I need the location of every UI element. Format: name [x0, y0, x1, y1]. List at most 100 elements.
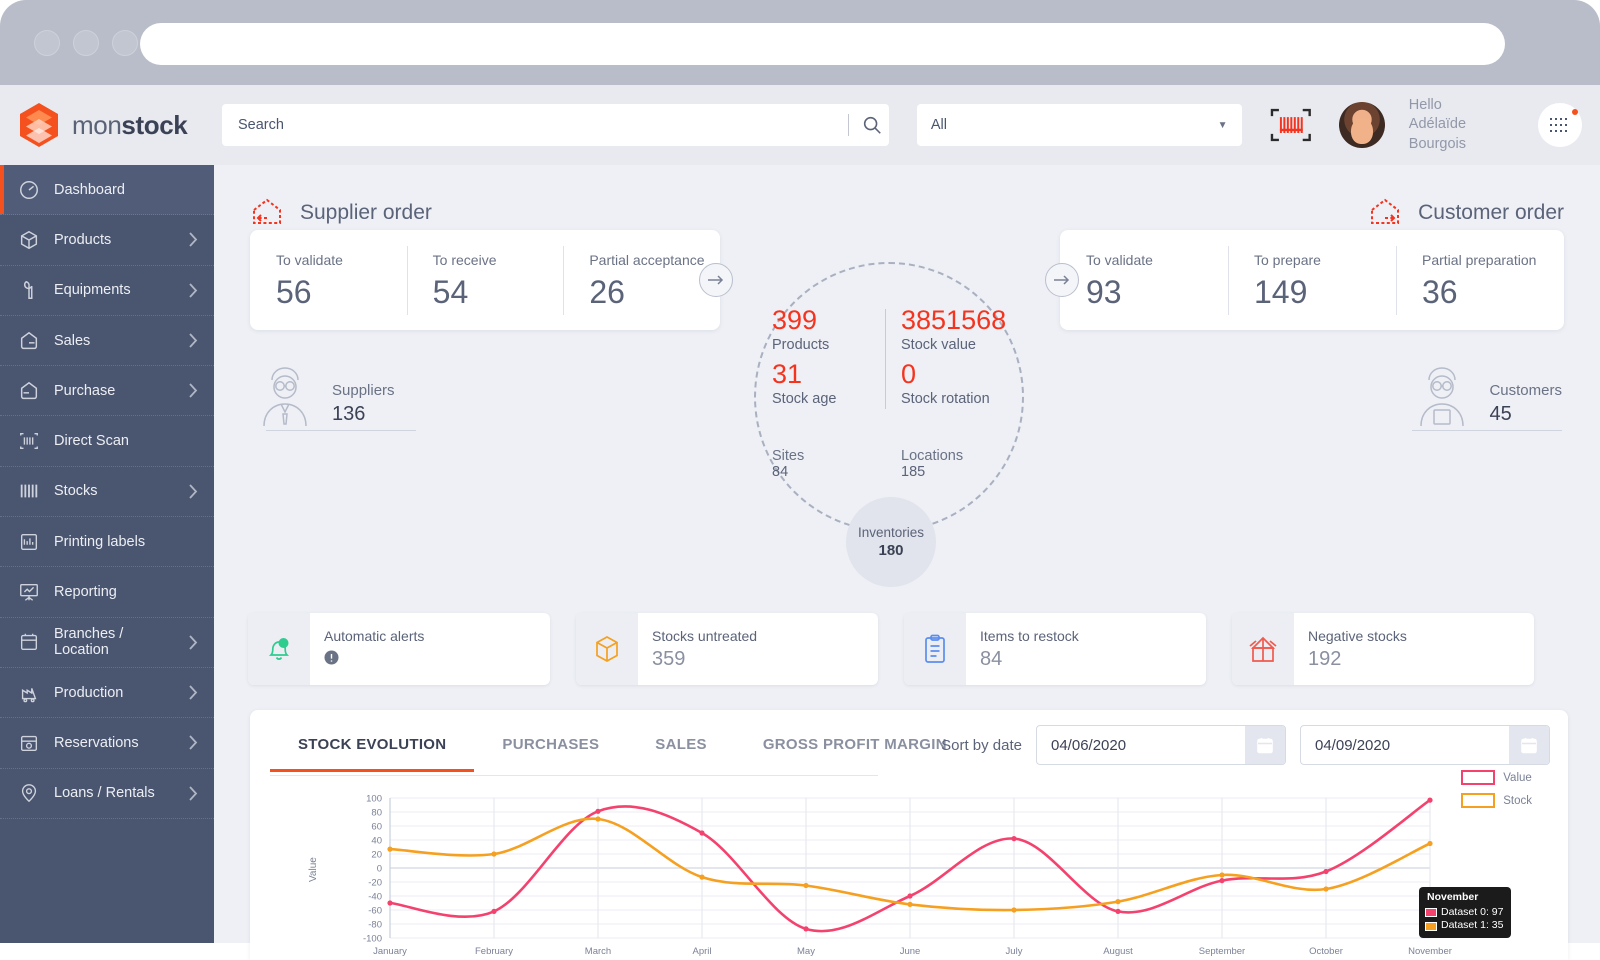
svg-text:40: 40 [371, 835, 382, 846]
global-stats-right-column: 3851568 Stock value 0 Stock rotation [891, 305, 1020, 413]
customers-value: 45 [1489, 403, 1562, 426]
kpi-to-validate[interactable]: To validate 56 [250, 230, 407, 331]
chart-tabs: STOCK EVOLUTION PURCHASES SALES GROSS PR… [270, 724, 975, 772]
kpi-to-receive[interactable]: To receive 54 [407, 230, 564, 331]
search-box[interactable] [222, 104, 889, 146]
minimize-window-button[interactable] [73, 30, 99, 56]
svg-text:February: February [475, 946, 513, 957]
divider [848, 114, 849, 136]
svg-text:May: May [797, 946, 815, 957]
alert-card-items-to-restock[interactable]: Items to restock 84 [904, 613, 1206, 685]
alert-card-stocks-untreated[interactable]: Stocks untreated 359 [576, 613, 878, 685]
alert-card-negative-stocks[interactable]: Negative stocks 192 [1232, 613, 1534, 685]
customers-stat[interactable]: Customers 45 [1409, 360, 1562, 430]
sidebar-item-sales[interactable]: Sales [0, 316, 214, 366]
date-to-field[interactable]: 04/09/2020 [1300, 725, 1550, 765]
divider [266, 430, 416, 431]
alert-label: Negative stocks [1308, 628, 1407, 644]
dashboard-main: Supplier order To validate 56 To receive… [214, 165, 1600, 943]
svg-text:October: October [1309, 946, 1343, 957]
sidebar-item-label: Sales [54, 333, 175, 349]
divider [1412, 430, 1562, 431]
kpi-to-prepare[interactable]: To prepare 149 [1228, 230, 1396, 331]
sidebar-item-printing-labels[interactable]: Printing labels [0, 517, 214, 567]
alert-label: Automatic alerts [324, 628, 424, 644]
svg-text:60: 60 [371, 821, 382, 832]
maximize-window-button[interactable] [112, 30, 138, 56]
kpi-to-validate[interactable]: To validate 93 [1060, 230, 1228, 331]
supplier-order-card: To validate 56 To receive 54 Partial acc… [250, 230, 720, 330]
package-icon [591, 633, 623, 665]
legend-item-value[interactable]: Value [1461, 770, 1532, 785]
list-menu-button[interactable] [1538, 103, 1582, 147]
global-stats-left-column: 399 Products 31 Stock age [762, 305, 891, 413]
sidebar-item-dashboard[interactable]: Dashboard [0, 165, 214, 215]
tooltip-swatch [1425, 922, 1437, 931]
sidebar-item-loans-rentals[interactable]: Loans / Rentals [0, 769, 214, 819]
sidebar-item-equipments[interactable]: Equipments [0, 266, 214, 316]
sidebar-item-reservations[interactable]: Reservations [0, 718, 214, 768]
tab-sales[interactable]: SALES [627, 724, 735, 772]
close-window-button[interactable] [34, 30, 60, 56]
tooltip-swatch [1425, 908, 1437, 917]
sidebar-item-purchase[interactable]: Purchase [0, 366, 214, 416]
customer-order-card: To validate 93 To prepare 149 Partial pr… [1060, 230, 1564, 330]
sidebar-item-branches-location[interactable]: Branches / Location [0, 618, 214, 668]
box-icon [18, 229, 40, 251]
brand-logo-area[interactable]: monstock [0, 85, 214, 165]
kpi-label: To validate [1086, 252, 1228, 268]
legend-label: Value [1503, 772, 1532, 784]
url-bar[interactable] [140, 23, 1505, 65]
kpi-label: To validate [276, 252, 407, 268]
kpi-partial-preparation[interactable]: Partial preparation 36 [1396, 230, 1564, 331]
chevron-right-icon [189, 635, 198, 650]
sort-by-date-label: Sort by date [941, 737, 1022, 754]
search-input[interactable] [238, 117, 848, 133]
svg-text:August: August [1103, 946, 1133, 957]
kpi-value: 93 [1086, 274, 1228, 311]
chart-area: Value 100806040200-20-40-60-80-100Januar… [250, 790, 1568, 960]
sale-basket-icon [18, 330, 40, 352]
chevron-right-icon [189, 685, 198, 700]
alert-label: Items to restock [980, 628, 1079, 644]
barcode-scanner-icon[interactable] [1268, 106, 1314, 144]
sidebar-item-stocks[interactable]: Stocks [0, 467, 214, 517]
inventories-label: Inventories [858, 525, 924, 540]
customer-order-next-button[interactable] [1045, 263, 1079, 297]
sidebar-item-label: Loans / Rentals [54, 785, 175, 801]
date-from-field[interactable]: 04/06/2020 [1036, 725, 1286, 765]
suppliers-stat[interactable]: Suppliers 136 [252, 360, 395, 430]
tab-stock-evolution[interactable]: STOCK EVOLUTION [270, 724, 474, 772]
arrow-right-circle-icon [707, 274, 725, 286]
svg-text:July: July [1006, 946, 1023, 957]
sidebar-item-reporting[interactable]: Reporting [0, 567, 214, 617]
legend-item-stock[interactable]: Stock [1461, 793, 1532, 808]
sort-by-date-row: Sort by date 04/06/2020 04/09/2020 [941, 725, 1550, 765]
alert-icon-wrap [1232, 613, 1294, 685]
sidebar-item-products[interactable]: Products [0, 215, 214, 265]
tooltip-label: Dataset 1: 35 [1441, 919, 1503, 933]
supplier-order-next-button[interactable] [699, 263, 733, 297]
scope-select[interactable]: All ▼ [917, 104, 1242, 146]
products-count: 399 [772, 305, 891, 337]
sidebar-item-production[interactable]: Production [0, 668, 214, 718]
kpi-label: Partial preparation [1422, 252, 1564, 268]
chevron-down-icon: ▼ [1218, 120, 1228, 131]
inventories-bubble[interactable]: Inventories 180 [846, 497, 936, 587]
tab-gross-profit-margin[interactable]: GROSS PROFIT MARGIN [735, 724, 975, 772]
stock-evolution-line-chart: 100806040200-20-40-60-80-100JanuaryFebru… [250, 790, 1568, 960]
open-box-icon [1246, 634, 1280, 664]
tab-purchases[interactable]: PURCHASES [474, 724, 627, 772]
calendar-icon[interactable] [1245, 726, 1285, 764]
kpi-value: 149 [1254, 274, 1396, 311]
sites-value: 84 [772, 464, 891, 480]
building-icon [18, 631, 40, 653]
sidebar-item-direct-scan[interactable]: Direct Scan [0, 416, 214, 466]
alert-card-automatic-alerts[interactable]: Automatic alerts [248, 613, 550, 685]
chevron-right-icon [189, 484, 198, 499]
kpi-partial-acceptance[interactable]: Partial acceptance 26 [563, 230, 720, 331]
search-icon[interactable] [861, 114, 883, 136]
calendar-icon[interactable] [1509, 726, 1549, 764]
alert-label: Stocks untreated [652, 628, 757, 644]
avatar[interactable] [1339, 102, 1385, 148]
